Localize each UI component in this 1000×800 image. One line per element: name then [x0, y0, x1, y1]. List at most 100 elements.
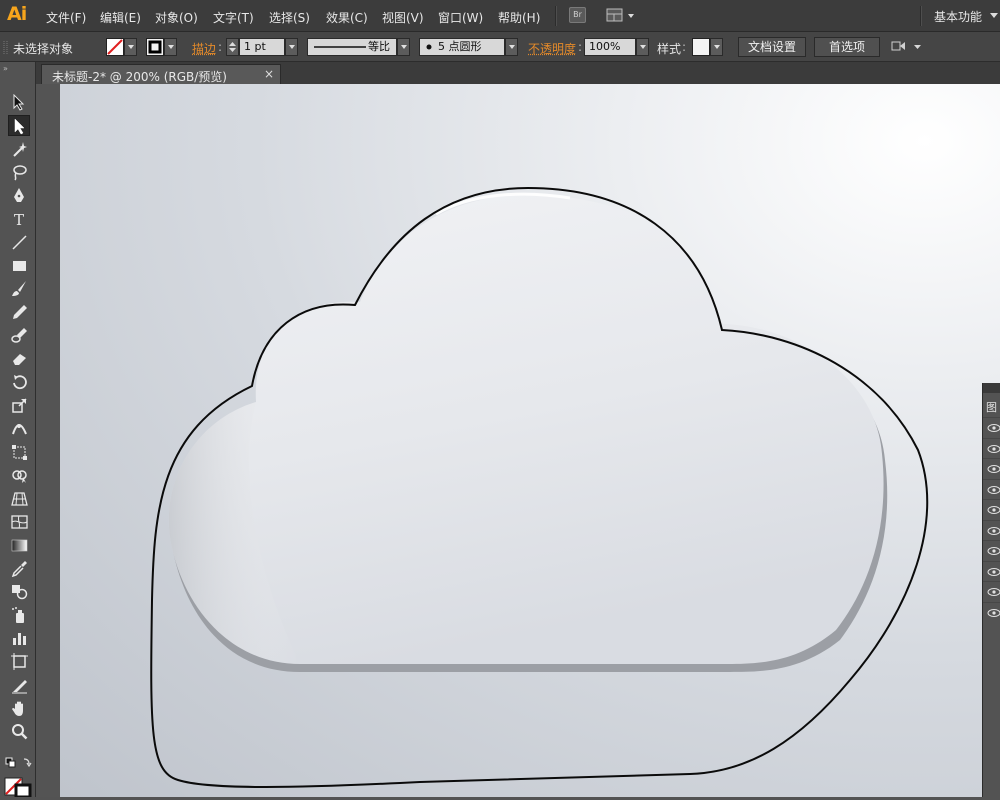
menu-view[interactable]: 视图(V) [382, 9, 424, 26]
gradient-tool-icon [11, 537, 28, 554]
artboard[interactable] [60, 84, 1000, 797]
mesh-tool-button[interactable] [8, 511, 30, 532]
hand-tool-button[interactable] [8, 698, 30, 719]
stroke-label[interactable]: 描边 [192, 40, 216, 57]
free-transform-tool-button[interactable] [8, 442, 30, 463]
layer-row[interactable] [983, 417, 1000, 437]
tools-panel: » T [0, 62, 36, 797]
visibility-eye-icon[interactable] [987, 444, 1000, 454]
slice-tool-button[interactable] [8, 675, 30, 696]
workspace-switcher[interactable]: 基本功能 [934, 8, 982, 25]
variable-width-profile[interactable]: 等比 [307, 38, 397, 56]
line-segment-tool-button[interactable] [8, 232, 30, 253]
stroke-color-icon [147, 39, 163, 55]
arrange-documents-button[interactable] [606, 7, 636, 24]
visibility-eye-icon[interactable] [987, 587, 1000, 597]
width-tool-button[interactable] [8, 418, 30, 439]
layer-row[interactable] [983, 458, 1000, 478]
column-graph-tool-button[interactable] [8, 628, 30, 649]
gradient-tool-button[interactable] [8, 535, 30, 556]
menu-file[interactable]: 文件(F) [46, 9, 86, 26]
panel-tab-label[interactable]: 图 [986, 399, 997, 415]
eraser-tool-button[interactable] [8, 348, 30, 369]
zoom-tool-button[interactable] [8, 721, 30, 742]
menu-help[interactable]: 帮助(H) [498, 9, 540, 26]
panel-header[interactable] [983, 383, 1000, 393]
layer-row[interactable] [983, 438, 1000, 458]
stroke-dropdown[interactable] [164, 38, 177, 56]
scale-tool-button[interactable] [8, 395, 30, 416]
magic-wand-tool-button[interactable] [8, 139, 30, 160]
stroke-weight-dropdown[interactable] [285, 38, 298, 56]
layer-row[interactable] [983, 520, 1000, 540]
layer-row[interactable] [983, 581, 1000, 601]
artboard-tool-button[interactable] [8, 651, 30, 672]
menu-effect[interactable]: 效果(C) [326, 9, 368, 26]
opacity-label[interactable]: 不透明度 [528, 40, 576, 57]
visibility-eye-icon[interactable] [987, 546, 1000, 556]
blob-brush-tool-button[interactable] [8, 325, 30, 346]
visibility-eye-icon[interactable] [987, 423, 1000, 433]
document-setup-button[interactable]: 文档设置 [738, 37, 806, 57]
line-segment-tool-icon [11, 234, 28, 251]
brush-dot-icon [425, 39, 435, 55]
stroke-weight-stepper[interactable] [226, 38, 239, 56]
blend-tool-button[interactable] [8, 581, 30, 602]
brush-dropdown[interactable] [505, 38, 518, 56]
selection-tool-button[interactable] [8, 92, 30, 113]
visibility-eye-icon[interactable] [987, 526, 1000, 536]
brush-definition[interactable]: 5 点圆形 [419, 38, 505, 56]
rotate-tool-button[interactable] [8, 372, 30, 393]
eyedropper-tool-button[interactable] [8, 558, 30, 579]
lasso-tool-button[interactable] [8, 162, 30, 183]
mesh-tool-icon [11, 513, 28, 530]
zoom-tool-icon [11, 723, 28, 740]
swap-fill-stroke-control[interactable] [5, 755, 33, 769]
fill-dropdown[interactable] [124, 38, 137, 56]
eyedropper-tool-icon [11, 560, 28, 577]
opacity-input[interactable]: 100% [584, 38, 636, 56]
paintbrush-tool-button[interactable] [8, 278, 30, 299]
panel-menu-icon[interactable] [890, 39, 924, 55]
rectangle-tool-button[interactable] [8, 255, 30, 276]
arrange-documents-icon [606, 7, 636, 24]
menu-type[interactable]: 文字(T) [213, 9, 254, 26]
visibility-eye-icon[interactable] [987, 608, 1000, 618]
menu-bar: Ai 文件(F) 编辑(E) 对象(O) 文字(T) 选择(S) 效果(C) 视… [0, 0, 1000, 32]
cloud-artwork[interactable] [60, 84, 1000, 797]
visibility-eye-icon[interactable] [987, 567, 1000, 577]
visibility-eye-icon[interactable] [987, 485, 1000, 495]
stroke-swatch[interactable] [146, 38, 164, 56]
document-tab[interactable]: 未标题-2* @ 200% (RGB/预览) × [41, 64, 281, 84]
shape-builder-tool-button[interactable] [8, 465, 30, 486]
layer-row[interactable] [983, 499, 1000, 519]
profile-dropdown[interactable] [397, 38, 410, 56]
perspective-grid-tool-button[interactable] [8, 488, 30, 509]
canvas-area[interactable] [36, 84, 1000, 797]
pencil-tool-button[interactable] [8, 302, 30, 323]
collapse-panel-icon[interactable]: » [3, 64, 8, 73]
menu-window[interactable]: 窗口(W) [438, 9, 483, 26]
stroke-weight-input[interactable]: 1 pt [239, 38, 285, 56]
symbol-sprayer-tool-button[interactable] [8, 605, 30, 626]
layer-row[interactable] [983, 561, 1000, 581]
bridge-button[interactable]: Br [569, 7, 586, 23]
layer-row[interactable] [983, 540, 1000, 560]
visibility-eye-icon[interactable] [987, 505, 1000, 515]
menu-object[interactable]: 对象(O) [155, 9, 198, 26]
layer-row[interactable] [983, 479, 1000, 499]
fill-swatch[interactable] [106, 38, 124, 56]
layer-row[interactable] [983, 602, 1000, 622]
visibility-eye-icon[interactable] [987, 464, 1000, 474]
opacity-dropdown[interactable] [636, 38, 649, 56]
direct-selection-tool-button[interactable] [8, 115, 30, 136]
graphic-style-dropdown[interactable] [710, 38, 723, 56]
fill-stroke-selector[interactable] [4, 775, 34, 797]
menu-edit[interactable]: 编辑(E) [100, 9, 141, 26]
menu-select[interactable]: 选择(S) [269, 9, 310, 26]
preferences-button[interactable]: 首选项 [814, 37, 880, 57]
type-tool-button[interactable]: T [8, 209, 30, 230]
pen-tool-button[interactable] [8, 185, 30, 206]
close-tab-icon[interactable]: × [264, 67, 274, 81]
graphic-style-swatch[interactable] [692, 38, 710, 56]
